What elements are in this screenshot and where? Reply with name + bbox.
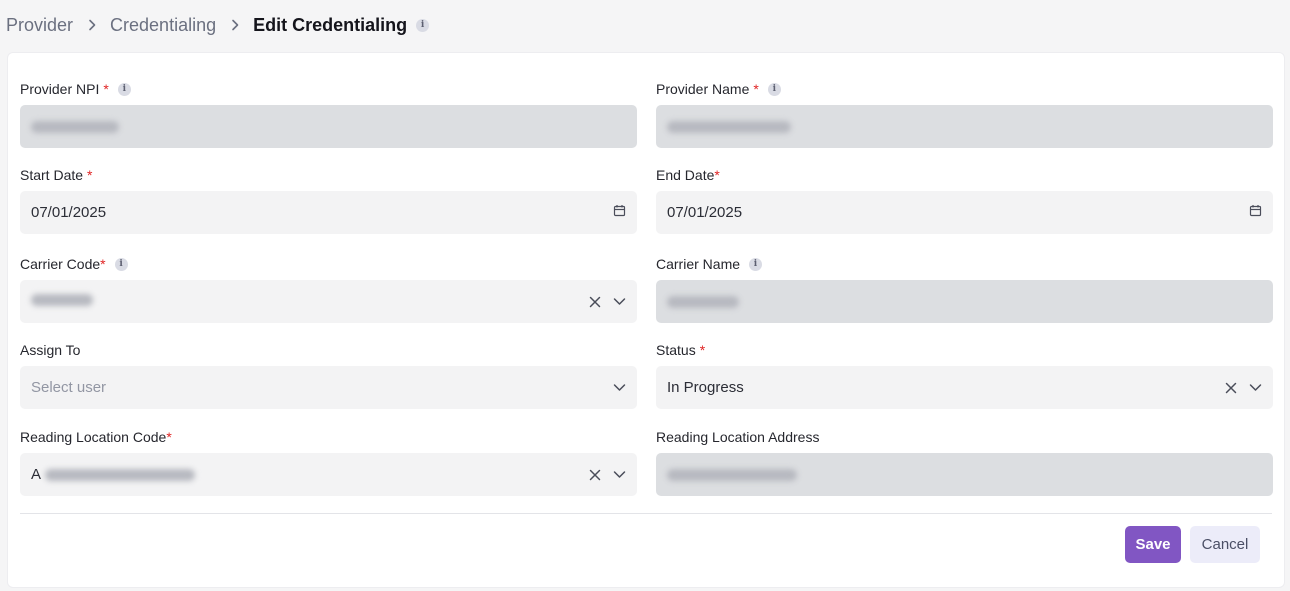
start-date-label: Start Date *	[20, 167, 93, 183]
cancel-button[interactable]: Cancel	[1190, 526, 1260, 563]
chevron-down-icon[interactable]	[1249, 383, 1262, 392]
provider-npi-field	[20, 105, 637, 148]
start-date-input[interactable]: 07/01/2025	[20, 191, 637, 234]
calendar-icon[interactable]	[1249, 204, 1262, 221]
calendar-icon[interactable]	[613, 204, 626, 221]
status-select[interactable]: In Progress	[656, 366, 1273, 409]
clear-icon[interactable]	[589, 469, 601, 481]
provider-npi-label: Provider NPI * i	[20, 81, 131, 97]
save-button[interactable]: Save	[1125, 526, 1181, 563]
reading-location-code-label: Reading Location Code *	[20, 429, 172, 445]
carrier-name-label: Carrier Name i	[656, 256, 763, 272]
assign-to-select[interactable]: Select user	[20, 366, 637, 409]
redacted-value	[667, 295, 739, 308]
breadcrumb-credentialing-link[interactable]: Credentialing	[110, 15, 216, 36]
clear-icon[interactable]	[589, 296, 601, 308]
provider-name-field	[656, 105, 1273, 148]
breadcrumb: Provider Credentialing Edit Credentialin…	[6, 12, 430, 38]
redacted-value	[31, 120, 119, 133]
reading-location-address-label: Reading Location Address	[656, 429, 820, 445]
redacted-value	[45, 468, 196, 481]
info-icon[interactable]: i	[114, 257, 128, 271]
redacted-value	[667, 468, 797, 481]
redacted-value	[31, 294, 93, 306]
chevron-down-icon[interactable]	[613, 297, 626, 306]
provider-name-label: Provider Name * i	[656, 81, 781, 97]
end-date-input[interactable]: 07/01/2025	[656, 191, 1273, 234]
chevron-down-icon[interactable]	[613, 470, 626, 479]
clear-icon[interactable]	[1225, 382, 1237, 394]
form-divider	[20, 513, 1272, 514]
carrier-code-select[interactable]	[20, 280, 637, 323]
info-icon[interactable]: i	[767, 82, 781, 96]
status-label: Status *	[656, 342, 706, 358]
info-icon[interactable]: i	[749, 257, 763, 271]
carrier-name-field	[656, 280, 1273, 323]
end-date-label: End Date *	[656, 167, 720, 183]
page-title: Edit Credentialing	[253, 14, 408, 35]
assign-to-label: Assign To	[20, 342, 81, 358]
breadcrumb-provider-link[interactable]: Provider	[6, 15, 73, 36]
info-icon[interactable]: i	[117, 82, 131, 96]
carrier-code-label: Carrier Code * i	[20, 256, 128, 272]
info-icon[interactable]: i	[416, 18, 430, 32]
chevron-right-icon	[230, 19, 240, 31]
chevron-right-icon	[87, 19, 97, 31]
reading-location-address-field	[656, 453, 1273, 496]
redacted-value	[667, 120, 791, 133]
chevron-down-icon[interactable]	[613, 379, 626, 396]
credentialing-form-card: Provider NPI * i Provider Name * i Start D…	[7, 52, 1285, 588]
reading-location-code-select[interactable]: A	[20, 453, 637, 496]
